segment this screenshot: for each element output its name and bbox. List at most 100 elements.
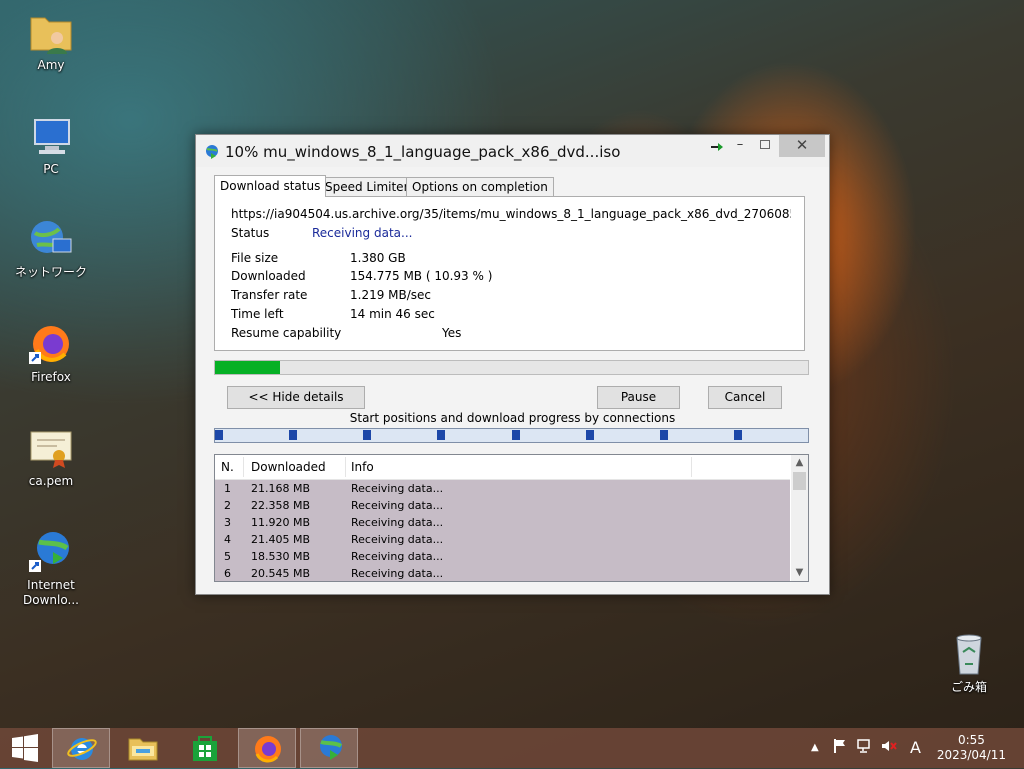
tab-download-status[interactable]: Download status <box>214 175 327 197</box>
maximize-icon <box>760 140 770 149</box>
cell-info: Receiving data... <box>351 550 444 563</box>
hide-details-button[interactable]: << Hide details <box>227 386 365 409</box>
desktop-icon-recycle-bin[interactable]: ごみ箱 <box>924 630 1014 695</box>
taskbar-internet-explorer[interactable] <box>52 728 110 768</box>
cell-downloaded: 22.358 MB <box>251 499 311 512</box>
title-bar[interactable]: 10% mu_windows_8_1_language_pack_x86_dvd… <box>196 135 829 167</box>
cell-info: Receiving data... <box>351 533 444 546</box>
taskbar-store[interactable] <box>176 728 234 768</box>
table-row[interactable]: 3 11.920 MB Receiving data... <box>215 514 790 531</box>
cell-downloaded: 21.168 MB <box>251 482 311 495</box>
column-header-downloaded[interactable]: Downloaded <box>251 460 326 474</box>
clock-date: 2023/04/11 <box>936 748 1006 762</box>
cell-downloaded: 20.545 MB <box>251 567 311 580</box>
file-size-label: File size <box>231 251 279 265</box>
user-folder-icon <box>27 8 75 56</box>
volume-muted-icon[interactable] <box>880 738 898 758</box>
hide-to-tray-button[interactable] <box>705 135 729 157</box>
cell-info: Receiving data... <box>351 516 444 529</box>
file-size-value: 1.380 GB <box>350 251 406 265</box>
desktop-icon-network[interactable]: ネットワーク <box>6 215 96 280</box>
table-row[interactable]: 2 22.358 MB Receiving data... <box>215 497 790 514</box>
ime-indicator[interactable]: A <box>910 738 921 757</box>
cell-n: 5 <box>224 550 231 563</box>
connection-marker <box>363 430 372 440</box>
idm-icon <box>204 144 220 160</box>
tab-speed-limiter[interactable]: Speed Limiter <box>319 177 415 196</box>
window-title: 10% mu_windows_8_1_language_pack_x86_dvd… <box>225 143 621 161</box>
cell-n: 1 <box>224 482 231 495</box>
desktop-icon-ca-pem[interactable]: ca.pem <box>6 424 96 489</box>
connection-marker <box>437 430 446 440</box>
resume-capability-label: Resume capability <box>231 326 342 340</box>
firefox-icon <box>27 320 75 368</box>
internet-explorer-icon <box>67 738 97 760</box>
connection-marker <box>733 430 742 440</box>
cell-info: Receiving data... <box>351 567 444 580</box>
download-window: 10% mu_windows_8_1_language_pack_x86_dvd… <box>195 134 830 595</box>
progress-fill <box>215 361 280 374</box>
table-header: N. Downloaded Info <box>215 455 790 480</box>
connections-progress-bar <box>214 428 809 443</box>
computer-icon <box>27 112 75 160</box>
minimize-button[interactable]: – <box>729 135 751 157</box>
cell-downloaded: 21.405 MB <box>251 533 311 546</box>
action-center-flag-icon[interactable] <box>833 738 847 758</box>
tab-options-on-completion[interactable]: Options on completion <box>406 177 554 196</box>
table-row[interactable]: 1 21.168 MB Receiving data... <box>215 480 790 497</box>
cell-info: Receiving data... <box>351 482 444 495</box>
downloaded-value: 154.775 MB ( 10.93 % ) <box>350 269 493 283</box>
idm-icon <box>320 735 343 760</box>
table-row[interactable]: 5 18.530 MB Receiving data... <box>215 548 790 565</box>
recycle-bin-icon <box>945 630 993 678</box>
connection-marker <box>659 430 668 440</box>
cancel-button[interactable]: Cancel <box>708 386 782 409</box>
start-button[interactable] <box>0 728 58 768</box>
close-button[interactable]: ✕ <box>779 135 825 157</box>
desktop-icon-firefox[interactable]: Firefox <box>6 320 96 385</box>
resume-capability-value: Yes <box>442 326 462 340</box>
cell-downloaded: 11.920 MB <box>251 516 311 529</box>
vertical-scrollbar[interactable]: ▲ ▼ <box>791 455 808 581</box>
scroll-down-icon[interactable]: ▼ <box>791 565 808 581</box>
firefox-icon <box>255 736 281 763</box>
network-status-icon[interactable] <box>856 738 872 758</box>
connections-label: Start positions and download progress by… <box>349 411 676 425</box>
table-row[interactable]: 4 21.405 MB Receiving data... <box>215 531 790 548</box>
scroll-up-icon[interactable]: ▲ <box>791 455 808 471</box>
time-left-label: Time left <box>231 307 284 321</box>
idm-icon <box>27 528 75 576</box>
taskbar-internet-download-manager[interactable] <box>300 728 358 768</box>
store-icon <box>193 736 217 761</box>
certificate-icon <box>27 424 75 472</box>
column-header-n[interactable]: N. <box>221 460 234 474</box>
scroll-thumb[interactable] <box>793 472 806 490</box>
clock-time: 0:55 <box>957 733 985 747</box>
transfer-rate-value: 1.219 MB/sec <box>350 288 432 302</box>
connection-marker <box>585 430 594 440</box>
taskbar-firefox[interactable] <box>238 728 296 768</box>
connection-marker <box>215 430 223 440</box>
table-row[interactable]: 6 20.545 MB Receiving data... <box>215 565 790 581</box>
download-url: https://ia904504.us.archive.org/35/items… <box>231 207 791 221</box>
pause-button[interactable]: Pause <box>597 386 680 409</box>
system-clock[interactable]: 0:55 2023/04/11 <box>937 733 1006 763</box>
download-progress-bar <box>214 360 809 375</box>
taskbar: ▲ A 0:55 2023/04/11 <box>0 728 1024 768</box>
table-rows: 1 21.168 MB Receiving data... 2 22.358 MB Rec… <box>215 480 790 581</box>
desktop-icon-idm[interactable]: Internet Downlo... <box>6 528 96 608</box>
arrow-right-icon <box>711 143 723 151</box>
maximize-button[interactable] <box>753 135 777 157</box>
show-hidden-icons-icon[interactable]: ▲ <box>811 742 819 753</box>
desktop-icon-pc[interactable]: PC <box>6 112 96 177</box>
taskbar-file-explorer[interactable] <box>114 728 172 768</box>
cell-n: 3 <box>224 516 231 529</box>
cell-downloaded: 18.530 MB <box>251 550 311 563</box>
folder-icon <box>128 738 158 761</box>
column-header-info[interactable]: Info <box>351 460 374 474</box>
downloaded-label: Downloaded <box>231 269 306 283</box>
desktop-icon-amy[interactable]: Amy <box>6 8 96 73</box>
transfer-rate-label: Transfer rate <box>231 288 308 302</box>
download-status-panel: https://ia904504.us.archive.org/35/items… <box>214 196 805 351</box>
connection-marker <box>289 430 298 440</box>
